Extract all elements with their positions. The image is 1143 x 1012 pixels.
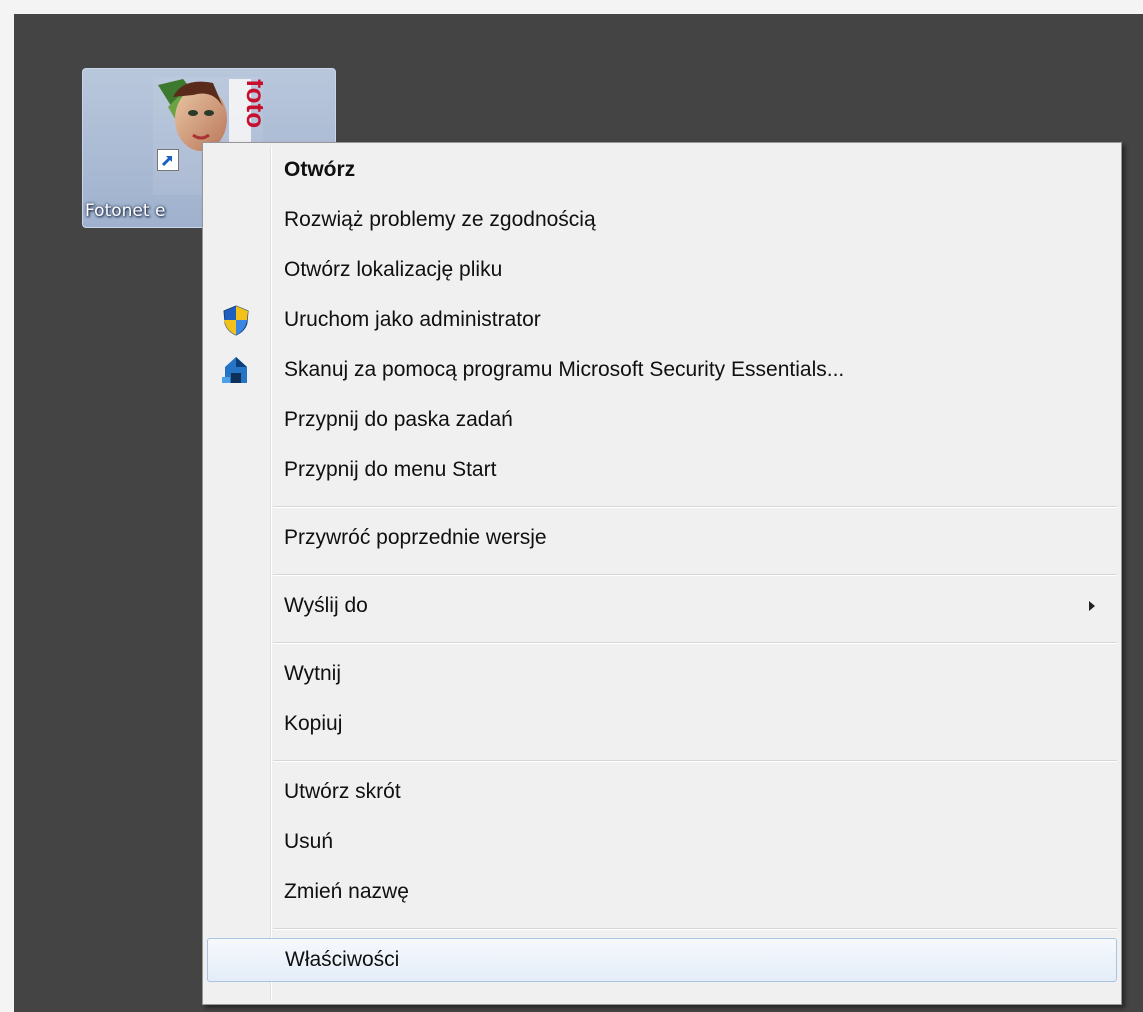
- menu-item-label: Właściwości: [285, 948, 400, 971]
- menu-item-label: Wyślij do: [284, 594, 368, 617]
- menu-separator: [273, 506, 1117, 508]
- menu-item-kopiuj[interactable]: Kopiuj: [207, 702, 1117, 746]
- menu-item-label: Otwórz: [284, 158, 356, 181]
- submenu-arrow-icon: [1089, 601, 1095, 611]
- menu-item-label: Uruchom jako administrator: [284, 308, 541, 331]
- menu-separator: [273, 574, 1117, 576]
- desktop: foto Fotonet e Otwórz Rozwiąż problemy ze…: [14, 14, 1143, 1012]
- menu-item-wlasciwosci[interactable]: Właściwości: [207, 938, 1117, 982]
- menu-item-wytnij[interactable]: Wytnij: [207, 652, 1117, 696]
- menu-item-zmien-nazwe[interactable]: Zmień nazwę: [207, 870, 1117, 914]
- menu-item-przywroc-poprzednie-wersje[interactable]: Przywróć poprzednie wersje: [207, 516, 1117, 560]
- menu-item-rozwiaz-problemy-ze-zgodnoscia[interactable]: Rozwiąż problemy ze zgodnością: [207, 198, 1117, 242]
- menu-item-label: Wytnij: [284, 662, 341, 685]
- shortcut-label: Fotonet e: [85, 201, 166, 221]
- thumb-text: foto: [241, 79, 263, 128]
- menu-item-przypnij-do-paska-zadan[interactable]: Przypnij do paska zadań: [207, 398, 1117, 442]
- security-essentials-icon: [219, 353, 253, 387]
- menu-separator: [273, 760, 1117, 762]
- menu-item-usun[interactable]: Usuń: [207, 820, 1117, 864]
- menu-item-label: Utwórz skrót: [284, 780, 401, 803]
- uac-shield-icon: [219, 303, 253, 337]
- menu-item-label: Kopiuj: [284, 712, 343, 735]
- menu-item-otworz-lokalizacje-pliku[interactable]: Otwórz lokalizację pliku: [207, 248, 1117, 292]
- menu-item-label: Przywróć poprzednie wersje: [284, 526, 547, 549]
- menu-item-label: Przypnij do paska zadań: [284, 408, 513, 431]
- menu-separator: [273, 928, 1117, 930]
- menu-item-label: Przypnij do menu Start: [284, 458, 497, 481]
- menu-item-label: Rozwiąż problemy ze zgodnością: [284, 208, 596, 231]
- menu-item-przypnij-do-menu-start[interactable]: Przypnij do menu Start: [207, 448, 1117, 492]
- menu-separator: [273, 642, 1117, 644]
- menu-item-skanuj-za-pomoca-programu-microsoft-security-essentials[interactable]: Skanuj za pomocą programu Microsoft Secu…: [207, 348, 1117, 392]
- menu-item-uruchom-jako-administrator[interactable]: Uruchom jako administrator: [207, 298, 1117, 342]
- menu-item-label: Zmień nazwę: [284, 880, 409, 903]
- menu-item-wyslij-do[interactable]: Wyślij do: [207, 584, 1117, 628]
- menu-item-label: Usuń: [284, 830, 334, 853]
- shortcut-arrow-icon: [157, 149, 179, 171]
- menu-item-label: Skanuj za pomocą programu Microsoft Secu…: [284, 358, 845, 381]
- context-menu: Otwórz Rozwiąż problemy ze zgodnością Otwó…: [202, 142, 1122, 1005]
- menu-item-utworz-skrot[interactable]: Utwórz skrót: [207, 770, 1117, 814]
- menu-item-label: Otwórz lokalizację pliku: [284, 258, 503, 281]
- menu-item-otworz[interactable]: Otwórz: [207, 148, 1117, 192]
